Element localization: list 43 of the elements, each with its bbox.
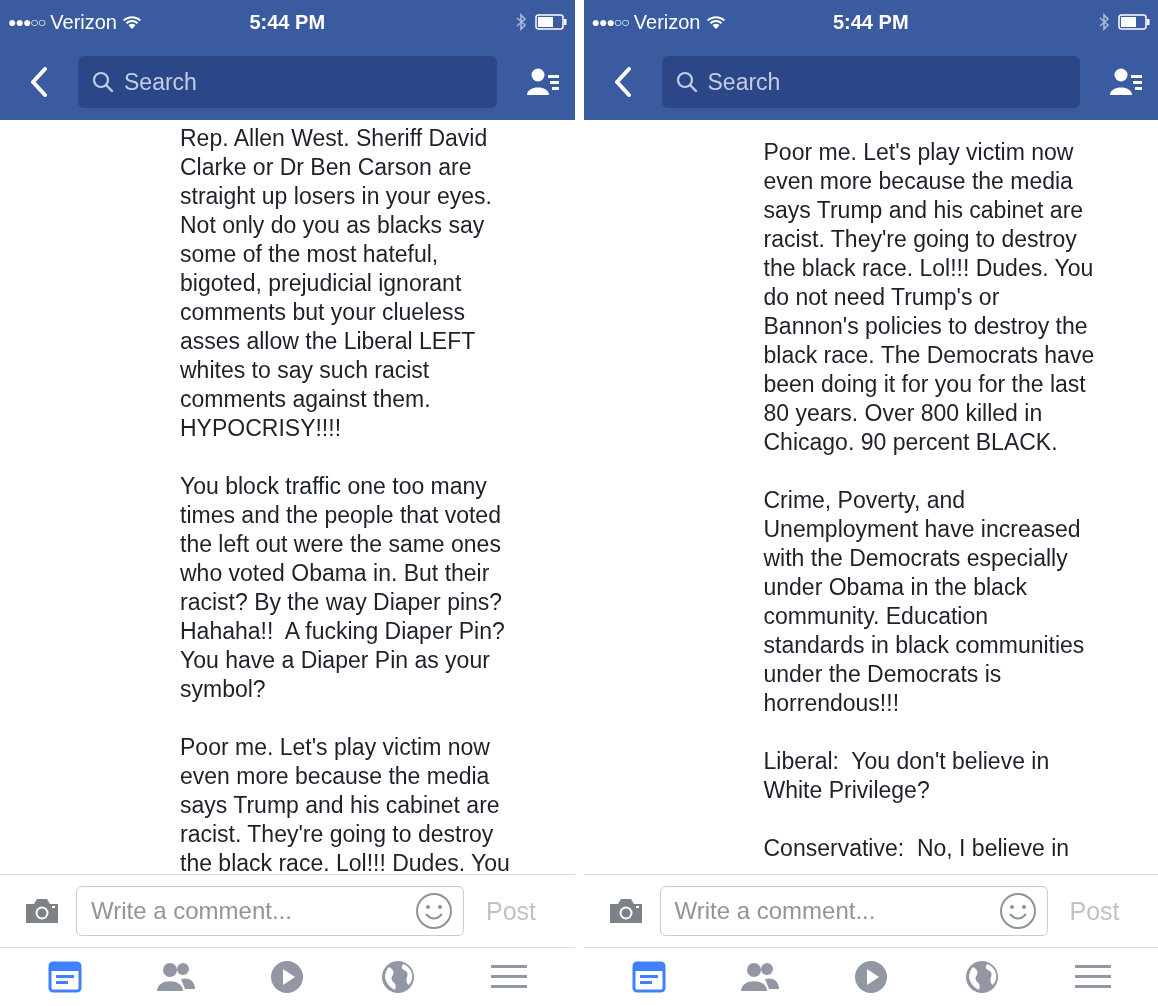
comment-field[interactable]: Write a comment...	[659, 886, 1048, 936]
wifi-icon	[122, 14, 142, 30]
wifi-icon	[705, 14, 726, 30]
battery-icon	[534, 14, 567, 30]
search-icon	[92, 71, 114, 93]
smiley-icon[interactable]	[998, 892, 1037, 930]
friends-icon[interactable]	[738, 961, 781, 993]
signal-strength: ●●●○○	[8, 14, 46, 30]
play-icon[interactable]	[853, 960, 888, 994]
smiley-icon[interactable]	[415, 892, 453, 930]
globe-icon[interactable]	[381, 960, 416, 994]
camera-icon[interactable]	[24, 897, 60, 925]
battery-icon	[1118, 14, 1150, 30]
comment-paragraph: Conservative: No, I believe in	[763, 834, 1071, 863]
comment-paragraph: Poor me. Let's play victim now even more because the media says Trump and his cabinet are racist. They're going to destroy the black race. Lol!!! Dudes. You	[180, 733, 511, 874]
back-icon[interactable]	[613, 67, 632, 97]
signal-strength: ●●●○○	[591, 14, 629, 30]
friend-requests-icon[interactable]	[526, 67, 561, 97]
comment-paragraph: You block traffic one too many times and the people that voted the left out were the same ones who voted Obama in. But their racist? By the way Diaper pins? Hahaha!! A fucking Diaper Pin? You have a Diaper Pin as your symbol?	[180, 472, 506, 704]
camera-icon[interactable]	[607, 897, 644, 925]
play-icon[interactable]	[270, 960, 305, 994]
carrier-name: Verizon	[50, 10, 117, 34]
search-field[interactable]: Search	[78, 56, 497, 108]
comment-paragraph: Poor me. Let's play victim now even more because the media says Trump and his cabinet are racist. They're going to destroy the black race. Lol!!! Dudes. You do not need Trump's or Bannon's policies to destroy the black race. The Democrats have been doing it for you for the last 80 years. Over 800 killed in Chicago. 90 percent BLACK.	[763, 138, 1096, 457]
search-icon	[675, 71, 698, 93]
news-feed-icon[interactable]	[48, 961, 83, 993]
status-time: 5:44 PM	[249, 10, 326, 34]
bluetooth-icon	[1099, 13, 1110, 31]
news-feed-icon[interactable]	[631, 961, 666, 993]
menu-icon[interactable]	[491, 963, 527, 991]
bluetooth-icon	[515, 13, 527, 31]
search-field[interactable]: Search	[661, 56, 1080, 108]
back-icon[interactable]	[30, 67, 48, 97]
comment-field[interactable]: Write a comment...	[76, 886, 464, 936]
comment-paragraph: Rep. Allen West. Sheriff David Clarke or Dr Ben Carson are straight up losers in your eyes. Not only do you as blacks say some of the most hateful, bigoted, prejudicial ignorant comments but your clueless asses allow the Liberal LEFT whites to say such racist comments against them. HYPOCRISY!!!!	[180, 124, 493, 443]
status-time: 5:44 PM	[832, 10, 909, 34]
globe-icon[interactable]	[964, 960, 999, 994]
friends-icon[interactable]	[155, 961, 198, 993]
friend-requests-icon[interactable]	[1110, 67, 1144, 97]
carrier-name: Verizon	[633, 10, 701, 34]
comment-paragraph: Crime, Poverty, and Unemployment have increased with the Democrats especially under Obama in the black community. Education standards in black communities under the Democrats is horrendous!!!	[763, 486, 1086, 718]
menu-icon[interactable]	[1074, 963, 1111, 991]
comment-paragraph: Liberal: You don't believe in White Privilege?	[763, 747, 1051, 805]
